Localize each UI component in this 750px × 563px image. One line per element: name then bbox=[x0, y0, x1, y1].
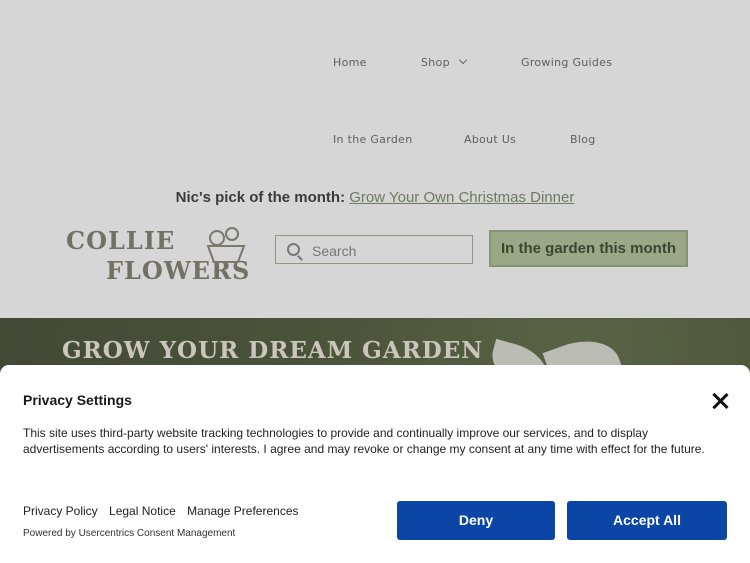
privacy-dialog: Privacy Settings This site uses third-pa… bbox=[0, 365, 750, 563]
dialog-links: Privacy Policy Legal Notice Manage Prefe… bbox=[23, 504, 307, 518]
dialog-title: Privacy Settings bbox=[23, 392, 132, 408]
accept-all-button[interactable]: Accept All bbox=[567, 501, 727, 540]
powered-by: Powered by Usercentrics Consent Manageme… bbox=[23, 528, 236, 539]
deny-button[interactable]: Deny bbox=[397, 501, 555, 540]
manage-preferences-link[interactable]: Manage Preferences bbox=[187, 504, 298, 518]
dialog-body: This site uses third-party website track… bbox=[23, 426, 705, 456]
legal-notice-link[interactable]: Legal Notice bbox=[109, 504, 176, 518]
privacy-policy-link[interactable]: Privacy Policy bbox=[23, 504, 98, 518]
close-icon[interactable] bbox=[709, 390, 731, 412]
